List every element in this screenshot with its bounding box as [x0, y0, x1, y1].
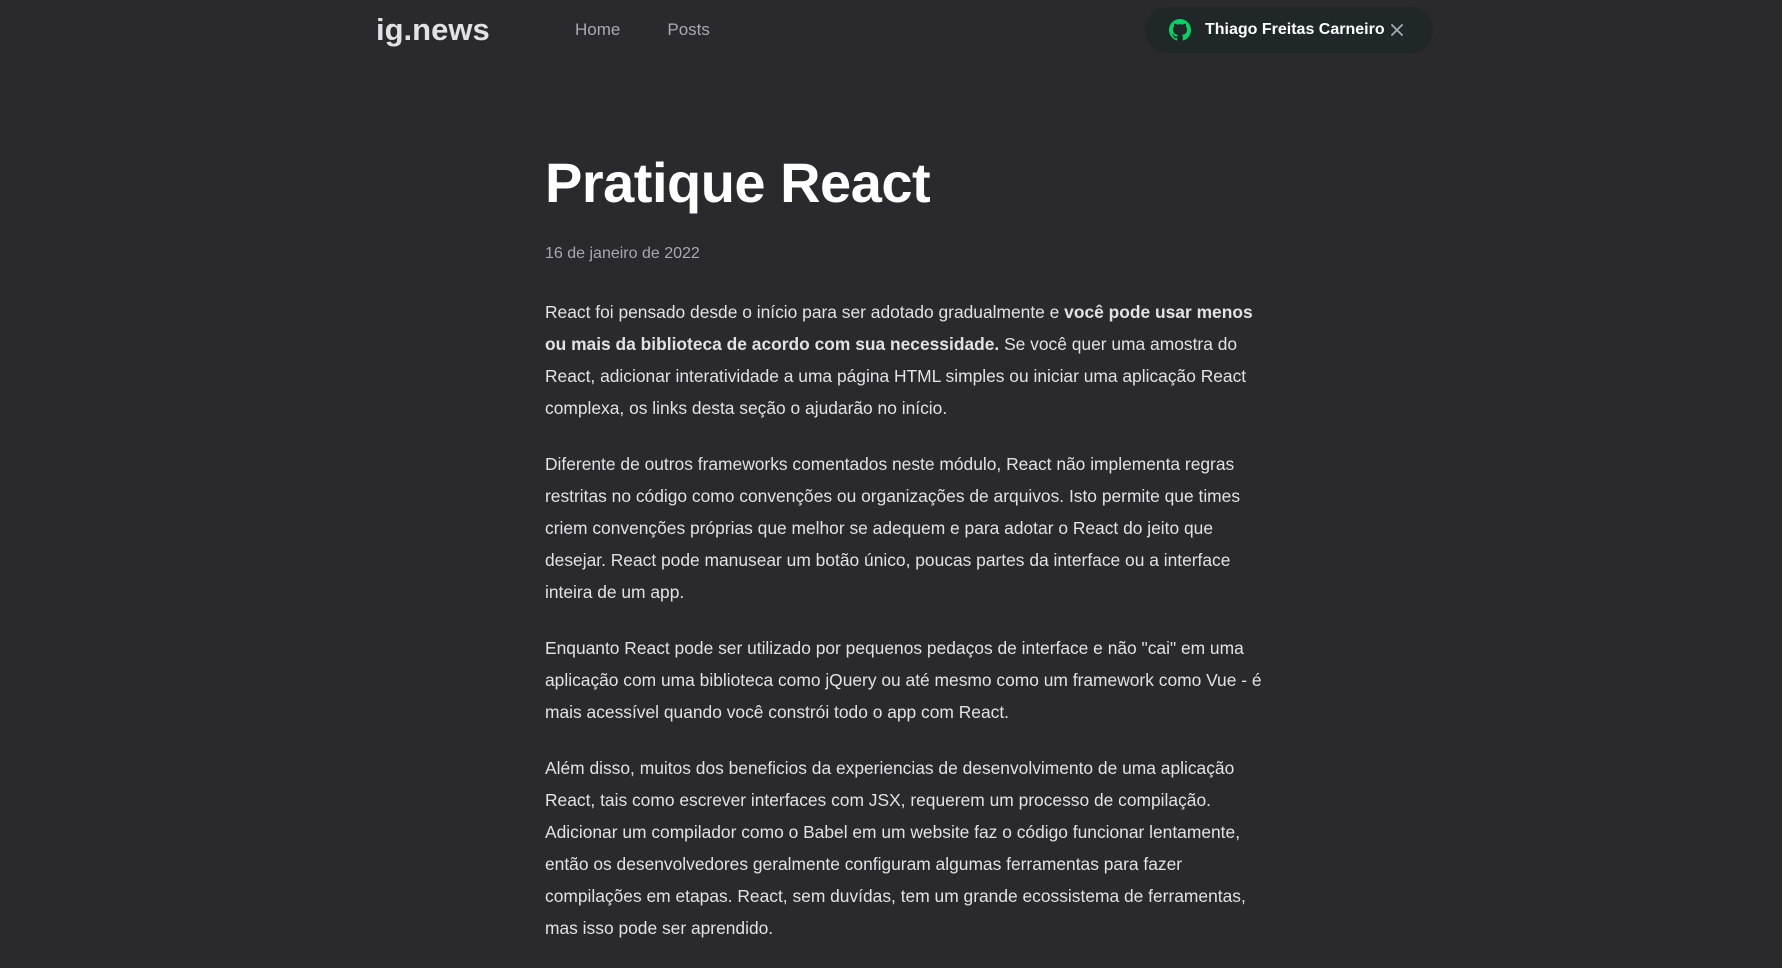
- paragraph-text: React foi pensado desde o início para se…: [545, 302, 1065, 322]
- site-logo[interactable]: ig.news: [376, 10, 490, 50]
- github-signin-button[interactable]: Thiago Freitas Carneiro: [1145, 7, 1433, 53]
- post-paragraph: Enquanto React pode ser utilizado por pe…: [545, 638, 1262, 722]
- post-article: Pratique React 16 de janeiro de 2022 Rea…: [545, 148, 1265, 968]
- post-paragraph: React foi pensado desde o início para se…: [545, 296, 1265, 424]
- top-header: ig.news Home Posts Thiago Freitas Carnei…: [0, 0, 1782, 60]
- main-nav: Home Posts: [575, 18, 757, 42]
- post-content: React foi pensado desde o início para se…: [545, 296, 1265, 944]
- post-paragraph: Além disso, muitos dos beneficios da exp…: [545, 758, 1246, 938]
- post-title: Pratique React: [545, 151, 931, 214]
- nav-link-home[interactable]: Home: [575, 18, 620, 42]
- post-date: 16 de janeiro de 2022: [545, 245, 700, 262]
- signed-in-user-name: Thiago Freitas Carneiro: [1205, 21, 1385, 38]
- close-icon[interactable]: [1389, 22, 1405, 38]
- post-paragraph: Diferente de outros frameworks comentado…: [545, 454, 1241, 602]
- nav-link-posts[interactable]: Posts: [667, 18, 710, 42]
- github-icon: [1169, 19, 1191, 41]
